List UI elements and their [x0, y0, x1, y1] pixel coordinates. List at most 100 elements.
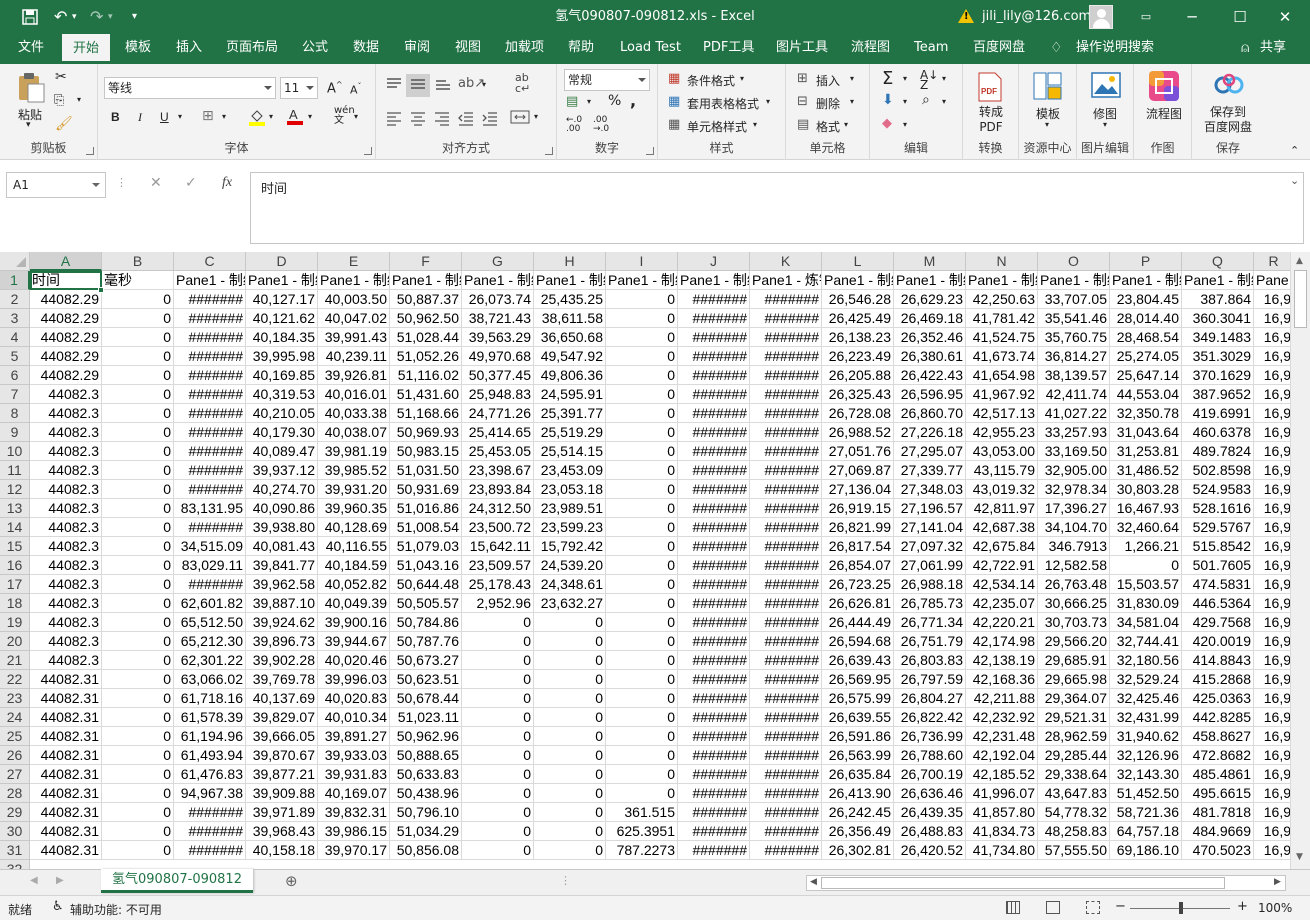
data-cell[interactable]: 0: [606, 689, 678, 708]
autosum-icon[interactable]: Σ: [882, 68, 893, 89]
data-cell[interactable]: 16,9: [1254, 556, 1290, 575]
header-cell[interactable]: Pane1 - 制编: [822, 271, 894, 290]
data-cell[interactable]: 83,131.95: [174, 499, 246, 518]
fill-color-icon[interactable]: [248, 108, 266, 129]
data-cell[interactable]: 0: [102, 499, 174, 518]
data-cell[interactable]: 0: [102, 670, 174, 689]
flowchart-icon[interactable]: [1149, 71, 1179, 104]
data-cell[interactable]: 26,988.52: [822, 423, 894, 442]
vertical-scrollbar[interactable]: ▲ ▼: [1290, 252, 1310, 869]
data-cell[interactable]: 0: [534, 803, 606, 822]
data-cell[interactable]: 44082.29: [30, 309, 102, 328]
data-cell[interactable]: 0: [102, 423, 174, 442]
data-cell[interactable]: 23,500.72: [462, 518, 534, 537]
data-cell[interactable]: 26,420.52: [894, 841, 966, 860]
align-middle-icon[interactable]: [406, 74, 430, 97]
data-cell[interactable]: 57,555.50: [1038, 841, 1110, 860]
data-cell[interactable]: #######: [678, 347, 750, 366]
data-cell[interactable]: 26,575.99: [822, 689, 894, 708]
row-header[interactable]: 27: [0, 765, 30, 784]
data-cell[interactable]: #######: [174, 366, 246, 385]
expand-formula-bar-icon[interactable]: ⌄: [1290, 174, 1299, 187]
data-cell[interactable]: 0: [606, 613, 678, 632]
data-cell[interactable]: #######: [678, 518, 750, 537]
data-cell[interactable]: 0: [102, 290, 174, 309]
data-cell[interactable]: 39,832.31: [318, 803, 390, 822]
data-cell[interactable]: 0: [606, 404, 678, 423]
data-cell[interactable]: 26,822.42: [894, 708, 966, 727]
data-cell[interactable]: 16,9: [1254, 480, 1290, 499]
data-cell[interactable]: 0: [102, 632, 174, 651]
data-cell[interactable]: 44082.31: [30, 746, 102, 765]
data-cell[interactable]: 42,250.63: [966, 290, 1038, 309]
row-header[interactable]: 13: [0, 499, 30, 518]
borders-icon[interactable]: ⊞: [202, 108, 214, 124]
cell-styles-dropdown-icon[interactable]: ▾: [753, 120, 757, 129]
data-cell[interactable]: 40,121.62: [246, 309, 318, 328]
template-dropdown-icon[interactable]: ▾: [1045, 120, 1049, 129]
tab-picture-tools[interactable]: 图片工具: [776, 34, 828, 64]
data-cell[interactable]: 83,029.11: [174, 556, 246, 575]
data-cell[interactable]: 51,034.29: [390, 822, 462, 841]
data-cell[interactable]: 39,666.05: [246, 727, 318, 746]
data-cell[interactable]: 787.2273: [606, 841, 678, 860]
tab-view[interactable]: 视图: [455, 34, 481, 64]
data-cell[interactable]: #######: [750, 708, 822, 727]
data-cell[interactable]: 0: [534, 651, 606, 670]
data-cell[interactable]: 0: [606, 575, 678, 594]
data-cell[interactable]: 28,962.59: [1038, 727, 1110, 746]
cut-icon[interactable]: ✂: [55, 69, 67, 85]
data-cell[interactable]: #######: [678, 841, 750, 860]
data-cell[interactable]: #######: [678, 480, 750, 499]
data-cell[interactable]: 42,185.52: [966, 765, 1038, 784]
data-cell[interactable]: 0: [606, 480, 678, 499]
sheet-tab[interactable]: 氢气090807-090812: [101, 869, 253, 893]
data-cell[interactable]: #######: [174, 480, 246, 499]
sort-filter-dropdown-icon[interactable]: ▾: [942, 74, 946, 83]
data-cell[interactable]: 51,008.54: [390, 518, 462, 537]
data-cell[interactable]: 23,453.09: [534, 461, 606, 480]
data-cell[interactable]: 42,411.74: [1038, 385, 1110, 404]
data-cell[interactable]: 32,529.24: [1110, 670, 1182, 689]
avatar[interactable]: [1089, 5, 1113, 29]
data-cell[interactable]: 489.7824: [1182, 442, 1254, 461]
data-cell[interactable]: 40,033.38: [318, 404, 390, 423]
data-cell[interactable]: 44082.31: [30, 765, 102, 784]
data-cell[interactable]: 38,611.58: [534, 309, 606, 328]
data-cell[interactable]: 26,594.68: [822, 632, 894, 651]
data-cell[interactable]: 25,391.77: [534, 404, 606, 423]
data-cell[interactable]: 44082.31: [30, 727, 102, 746]
paste-icon[interactable]: [16, 72, 46, 107]
tab-file[interactable]: 文件: [18, 34, 44, 64]
data-cell[interactable]: 26,635.84: [822, 765, 894, 784]
column-header[interactable]: E: [318, 252, 390, 271]
data-cell[interactable]: 0: [102, 309, 174, 328]
data-cell[interactable]: 23,398.67: [462, 461, 534, 480]
data-cell[interactable]: #######: [174, 461, 246, 480]
tab-flowchart[interactable]: 流程图: [851, 34, 890, 64]
data-cell[interactable]: 0: [102, 385, 174, 404]
save-to-netdisk-button[interactable]: 保存到 百度网盘: [1204, 105, 1252, 135]
data-cell[interactable]: 32,180.56: [1110, 651, 1182, 670]
data-cell[interactable]: 44082.31: [30, 784, 102, 803]
data-cell[interactable]: 0: [534, 746, 606, 765]
data-cell[interactable]: 31,043.64: [1110, 423, 1182, 442]
data-cell[interactable]: 0: [102, 841, 174, 860]
data-cell[interactable]: 58,721.36: [1110, 803, 1182, 822]
data-cell[interactable]: 43,647.83: [1038, 784, 1110, 803]
data-cell[interactable]: 27,069.87: [822, 461, 894, 480]
data-cell[interactable]: 26,546.28: [822, 290, 894, 309]
data-cell[interactable]: 16,9: [1254, 290, 1290, 309]
data-cell[interactable]: 39,900.16: [318, 613, 390, 632]
data-cell[interactable]: 50,983.15: [390, 442, 462, 461]
data-cell[interactable]: 39,981.19: [318, 442, 390, 461]
cancel-icon[interactable]: ✕: [150, 175, 162, 191]
data-cell[interactable]: 36,814.27: [1038, 347, 1110, 366]
data-cell[interactable]: 16,9: [1254, 727, 1290, 746]
data-cell[interactable]: 50,888.65: [390, 746, 462, 765]
data-cell[interactable]: #######: [750, 575, 822, 594]
data-cell[interactable]: 50,887.37: [390, 290, 462, 309]
data-cell[interactable]: 446.5364: [1182, 594, 1254, 613]
increase-indent-icon[interactable]: [481, 110, 499, 129]
format-cells-button[interactable]: 格式: [816, 118, 840, 135]
